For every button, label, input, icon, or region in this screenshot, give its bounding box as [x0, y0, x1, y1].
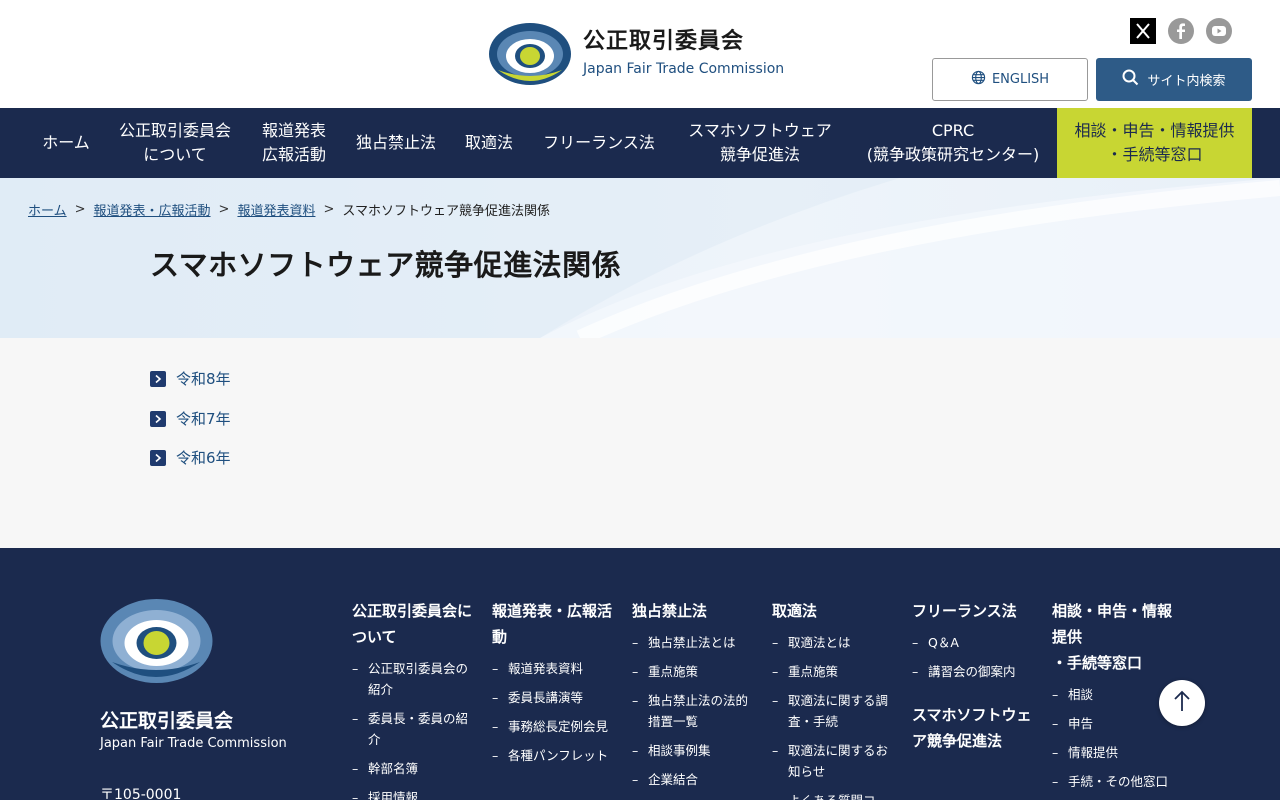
site-search-button[interactable]: サイト内検索 [1096, 58, 1252, 101]
site-logo[interactable]: 公正取引委員会 Japan Fair Trade Commission [488, 22, 784, 86]
footer-link[interactable]: 委員長講演等 [492, 687, 612, 708]
nav-item-subcontract[interactable]: 取適法 [450, 108, 528, 178]
footer-col-title[interactable]: 報道発表・広報活動 [492, 598, 612, 650]
nav-item-antimonopoly[interactable]: 独占禁止法 [342, 108, 450, 178]
search-icon [1122, 69, 1139, 90]
footer-col-subcontract: 取適法 取適法とは 重点施策 取適法に関する調査・手続 取適法に関するお知らせ … [772, 598, 892, 800]
footer-link[interactable]: 相談 [1052, 684, 1172, 705]
footer-col-press: 報道発表・広報活動 報道発表資料 委員長講演等 事務総長定例会見 各種パンフレッ… [492, 598, 612, 774]
breadcrumb-separator: > [74, 202, 86, 217]
footer-org-name-jp: 公正取引委員会 [100, 710, 234, 732]
main-content: 令和8年 令和7年 令和6年 [0, 338, 1280, 548]
footer-link[interactable]: 手続・その他窓口 [1052, 771, 1172, 792]
footer-link[interactable]: 取適法に関するお知らせ [772, 740, 892, 782]
site-name-en: Japan Fair Trade Commission [583, 61, 785, 77]
breadcrumb-separator: > [218, 202, 230, 217]
footer-col-about: 公正取引委員会について 公正取引委員会の紹介 委員長・委員の紹介 幹部名簿 採用… [352, 598, 472, 800]
footer-link[interactable]: 重点施策 [632, 661, 752, 682]
footer-link[interactable]: 独占禁止法の法的措置一覧 [632, 690, 752, 732]
year-link-label: 令和6年 [176, 449, 231, 467]
footer-col-title[interactable]: フリーランス法 [912, 598, 1032, 624]
footer-link[interactable]: 公正取引委員会の紹介 [352, 658, 472, 700]
youtube-icon[interactable] [1206, 18, 1232, 44]
footer-org-name-en: Japan Fair Trade Commission [100, 736, 287, 751]
footer-link[interactable]: 独占禁止法とは [632, 632, 752, 653]
footer-link[interactable]: 取適法に関する調査・手続 [772, 690, 892, 732]
nav-item-freelance[interactable]: フリーランス法 [528, 108, 670, 178]
year-link-r6[interactable]: 令和6年 [150, 447, 231, 468]
x-icon[interactable] [1130, 18, 1156, 44]
social-links [1130, 18, 1232, 44]
nav-item-about[interactable]: 公正取引委員会 について [104, 108, 246, 178]
site-name-jp: 公正取引委員会 [583, 29, 745, 54]
nav-item-smartphone[interactable]: スマホソフトウェア 競争促進法 [670, 108, 850, 178]
site-header: 公正取引委員会 Japan Fair Trade Commission ENGL… [0, 0, 1280, 108]
nav-item-cprc[interactable]: CPRC (競争政策研究センター) [850, 108, 1056, 178]
footer-link[interactable]: Q＆A [912, 632, 1032, 653]
footer-col-consultation: 相談・申告・情報提供 ・手続等窓口 相談 申告 情報提供 手続・その他窓口 [1052, 598, 1172, 800]
search-label: サイト内検索 [1147, 74, 1226, 89]
footer-link[interactable]: 各種パンフレット [492, 745, 612, 766]
footer-col-title[interactable]: 相談・申告・情報提供 ・手続等窓口 [1052, 598, 1172, 676]
footer-col-freelance: フリーランス法 Q＆A 講習会の御案内 スマホソフトウェア競争促進法 [912, 598, 1032, 762]
footer-col-title[interactable]: スマホソフトウェア競争促進法 [912, 702, 1032, 754]
breadcrumb: ホーム > 報道発表・広報活動 > 報道発表資料 > スマホソフトウェア競争促進… [28, 200, 550, 219]
english-button[interactable]: ENGLISH [932, 58, 1088, 101]
footer-emblem-icon[interactable] [100, 598, 213, 688]
footer-link[interactable]: 重点施策 [772, 661, 892, 682]
breadcrumb-press[interactable]: 報道発表・広報活動 [94, 200, 211, 219]
nav-item-consultation[interactable]: 相談・申告・情報提供 ・手続等窓口 [1057, 108, 1252, 178]
year-link-r8[interactable]: 令和8年 [150, 368, 231, 389]
page-hero: ホーム > 報道発表・広報活動 > 報道発表資料 > スマホソフトウェア競争促進… [0, 178, 1280, 338]
nav-item-press[interactable]: 報道発表 広報活動 [246, 108, 342, 178]
footer-col-title[interactable]: 独占禁止法 [632, 598, 752, 624]
footer-link[interactable]: 委員長・委員の紹介 [352, 708, 472, 750]
year-link-r7[interactable]: 令和7年 [150, 408, 231, 429]
footer-link[interactable]: よくある質問コ [772, 790, 892, 800]
year-link-label: 令和7年 [176, 410, 231, 428]
chevron-right-icon [150, 449, 166, 466]
footer-link[interactable]: 相談事例集 [632, 740, 752, 761]
footer-link[interactable]: 取適法とは [772, 632, 892, 653]
breadcrumb-separator: > [323, 202, 335, 217]
arrow-up-icon [1173, 690, 1191, 716]
main-nav: ホーム 公正取引委員会 について 報道発表 広報活動 独占禁止法 取適法 フリー… [0, 108, 1280, 178]
footer-link[interactable]: 事務総長定例会見 [492, 716, 612, 737]
english-label: ENGLISH [991, 72, 1050, 87]
footer-link[interactable]: 申告 [1052, 713, 1172, 734]
chevron-right-icon [150, 370, 166, 387]
footer-col-antimonopoly: 独占禁止法 独占禁止法とは 重点施策 独占禁止法の法的措置一覧 相談事例集 企業… [632, 598, 752, 798]
footer-link[interactable]: 企業結合 [632, 769, 752, 790]
year-link-label: 令和8年 [176, 370, 231, 388]
footer-link[interactable]: 講習会の御案内 [912, 661, 1032, 682]
footer-col-title[interactable]: 公正取引委員会について [352, 598, 472, 650]
site-footer: 公正取引委員会 Japan Fair Trade Commission 〒105… [0, 548, 1280, 800]
footer-link[interactable]: 報道発表資料 [492, 658, 612, 679]
back-to-top-button[interactable] [1159, 680, 1205, 726]
breadcrumb-press-materials[interactable]: 報道発表資料 [237, 200, 315, 219]
page-title: スマホソフトウェア競争促進法関係 [150, 248, 622, 282]
facebook-icon[interactable] [1168, 18, 1194, 44]
globe-icon [971, 70, 986, 89]
jftc-emblem-icon [488, 22, 572, 86]
nav-item-home[interactable]: ホーム [28, 108, 104, 178]
breadcrumb-current: スマホソフトウェア競争促進法関係 [342, 204, 550, 219]
footer-col-title[interactable]: 取適法 [772, 598, 892, 624]
breadcrumb-home[interactable]: ホーム [28, 200, 67, 219]
footer-link[interactable]: 採用情報 [352, 787, 472, 800]
footer-link[interactable]: 幹部名簿 [352, 758, 472, 779]
footer-zip: 〒105-0001 [100, 787, 182, 800]
chevron-right-icon [150, 410, 166, 427]
footer-link[interactable]: 情報提供 [1052, 742, 1172, 763]
